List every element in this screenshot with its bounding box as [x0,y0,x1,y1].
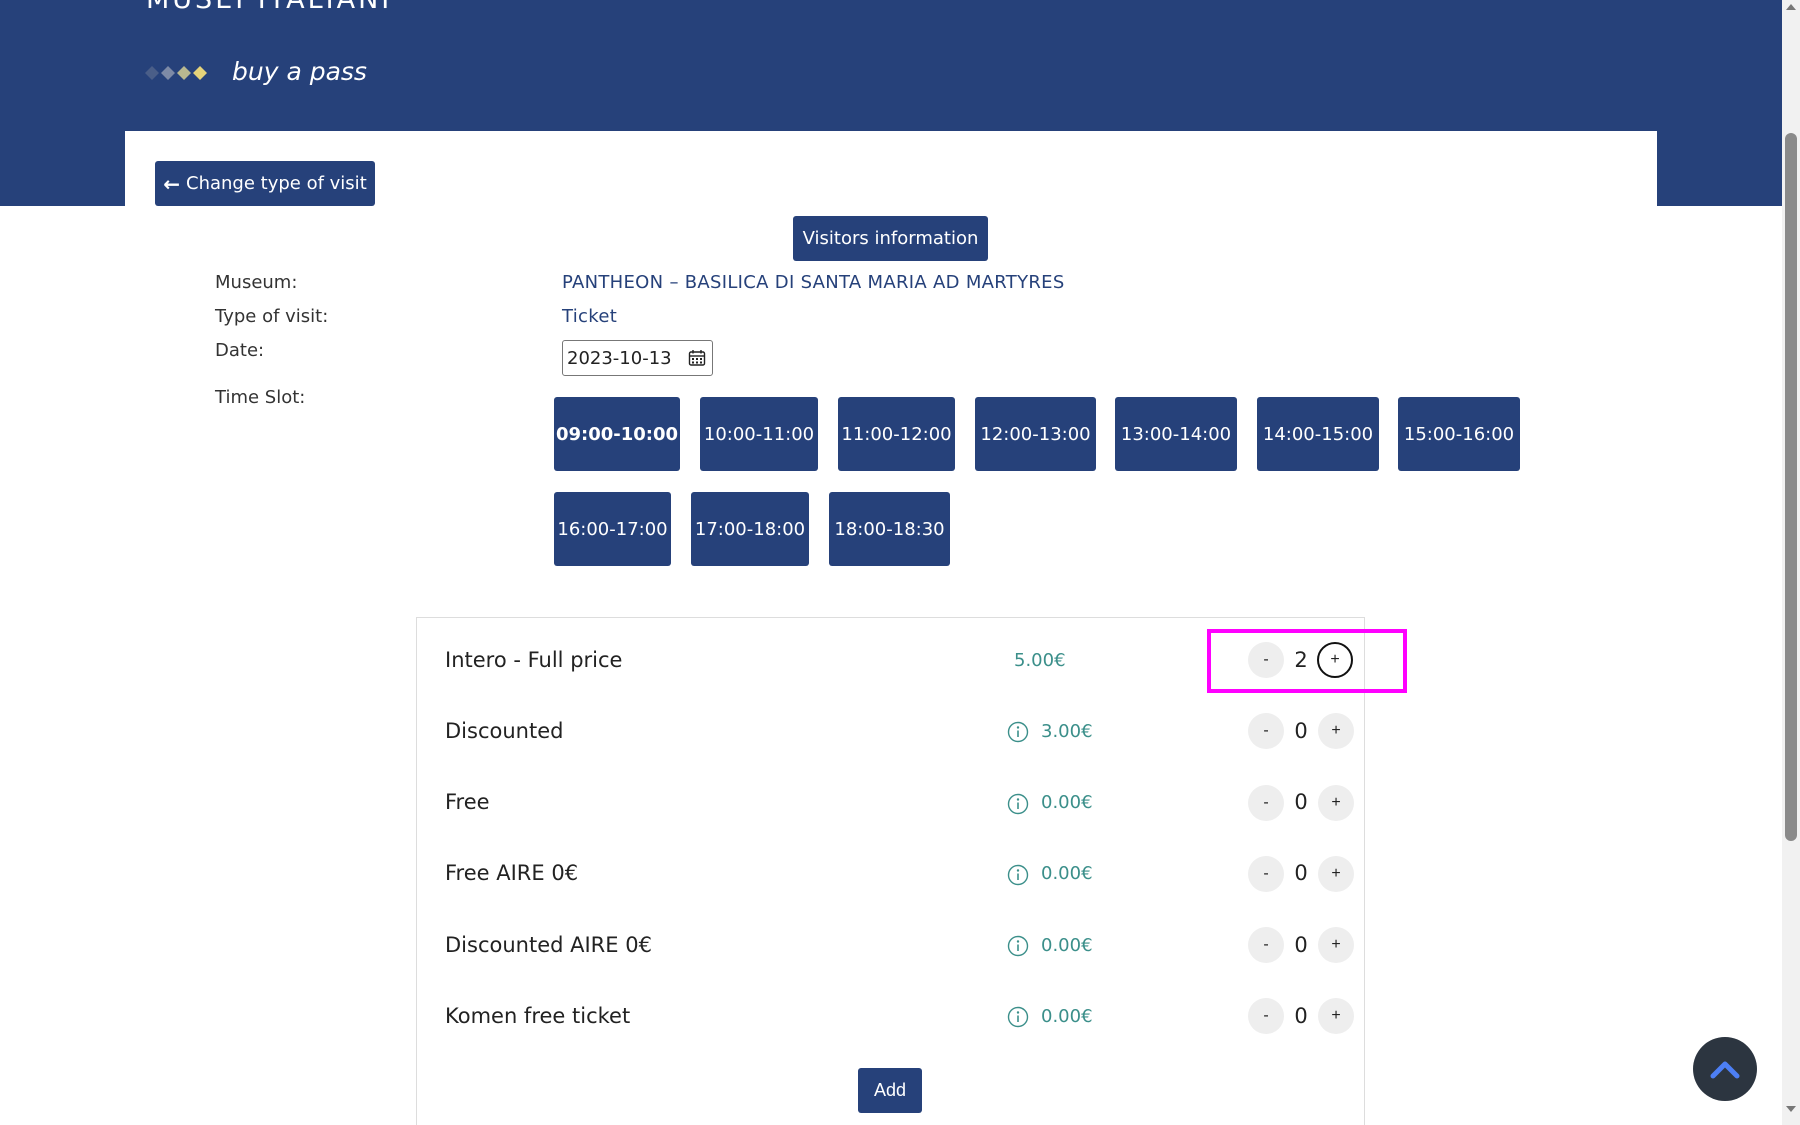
increase-free-aire-button[interactable]: + [1318,856,1354,892]
site-title: MUSEI ITALIANI [146,0,392,15]
increase-discounted-aire-button[interactable]: + [1318,927,1354,963]
museum-label: Museum: [215,272,298,293]
increase-discounted-button[interactable]: + [1318,713,1354,749]
ticket-price-full-price: 5.00€ [1014,650,1066,671]
date-label: Date: [215,340,265,361]
scroll-down-arrow-icon[interactable] [1785,1104,1797,1114]
ticket-price-komen-free: 0.00€ [1041,1006,1093,1027]
decrease-free-button[interactable]: - [1248,785,1284,821]
time-slot-1600-1700[interactable]: 16:00-17:00 [554,492,671,566]
info-icon[interactable] [1007,721,1029,743]
visitors-information-button[interactable]: Visitors information [793,216,988,261]
change-type-of-visit-label: Change type of visit [186,173,367,194]
info-icon[interactable] [1007,864,1029,886]
arrow-left-icon: ← [163,171,181,196]
date-field[interactable]: 2023-10-13 [562,340,713,376]
diamond-logo-icon [145,66,207,80]
qty-discounted-aire: 0 [1294,933,1308,957]
time-slot-1500-1600[interactable]: 15:00-16:00 [1398,397,1520,471]
scrollbar-thumb[interactable] [1785,133,1797,841]
scroll-up-arrow-icon[interactable] [1785,2,1797,12]
info-icon[interactable] [1007,793,1029,815]
decrease-free-aire-button[interactable]: - [1248,856,1284,892]
back-to-top-button[interactable] [1693,1037,1757,1101]
qty-komen-free: 0 [1294,1004,1308,1028]
time-slot-1000-1100[interactable]: 10:00-11:00 [700,397,818,471]
tagline: buy a pass [232,57,367,86]
qty-discounted: 0 [1294,719,1308,743]
qty-free-aire: 0 [1294,861,1308,885]
time-slot-0900-1000[interactable]: 09:00-10:00 [554,397,680,471]
qty-free: 0 [1294,790,1308,814]
type-of-visit-value: Ticket [562,306,618,327]
ticket-name-free: Free [445,790,490,814]
time-slot-1400-1500[interactable]: 14:00-15:00 [1257,397,1379,471]
ticket-name-discounted-aire: Discounted AIRE 0€ [445,933,652,957]
info-icon[interactable] [1007,935,1029,957]
time-slot-1300-1400[interactable]: 13:00-14:00 [1115,397,1237,471]
ticket-name-free-aire: Free AIRE 0€ [445,861,579,885]
decrease-komen-free-button[interactable]: - [1248,998,1284,1034]
ticket-price-free-aire: 0.00€ [1041,863,1093,884]
increase-free-button[interactable]: + [1318,785,1354,821]
highlight-annotation [1207,629,1407,693]
date-value: 2023-10-13 [567,347,672,369]
ticket-name-full-price: Intero - Full price [445,648,623,672]
museum-value: PANTHEON – BASILICA DI SANTA MARIA AD MA… [562,272,1065,293]
increase-komen-free-button[interactable]: + [1318,998,1354,1034]
add-button[interactable]: Add [858,1068,922,1113]
time-slot-1200-1300[interactable]: 12:00-13:00 [975,397,1096,471]
time-slot-label: Time Slot: [215,387,306,408]
ticket-price-free: 0.00€ [1041,792,1093,813]
ticket-name-komen-free: Komen free ticket [445,1004,631,1028]
time-slot-1800-1830[interactable]: 18:00-18:30 [829,492,950,566]
decrease-discounted-button[interactable]: - [1248,713,1284,749]
decrease-discounted-aire-button[interactable]: - [1248,927,1284,963]
change-type-of-visit-button[interactable]: ← Change type of visit [155,161,375,206]
calendar-icon[interactable] [688,349,706,367]
page: MUSEI ITALIANI buy a pass ← Change type … [0,0,1800,1125]
time-slot-1700-1800[interactable]: 17:00-18:00 [691,492,809,566]
ticket-price-discounted: 3.00€ [1041,721,1093,742]
type-of-visit-label: Type of visit: [215,306,329,327]
chevron-up-icon [1710,1061,1740,1079]
info-icon[interactable] [1007,1006,1029,1028]
ticket-price-discounted-aire: 0.00€ [1041,935,1093,956]
time-slot-1100-1200[interactable]: 11:00-12:00 [838,397,955,471]
ticket-name-discounted: Discounted [445,719,564,743]
